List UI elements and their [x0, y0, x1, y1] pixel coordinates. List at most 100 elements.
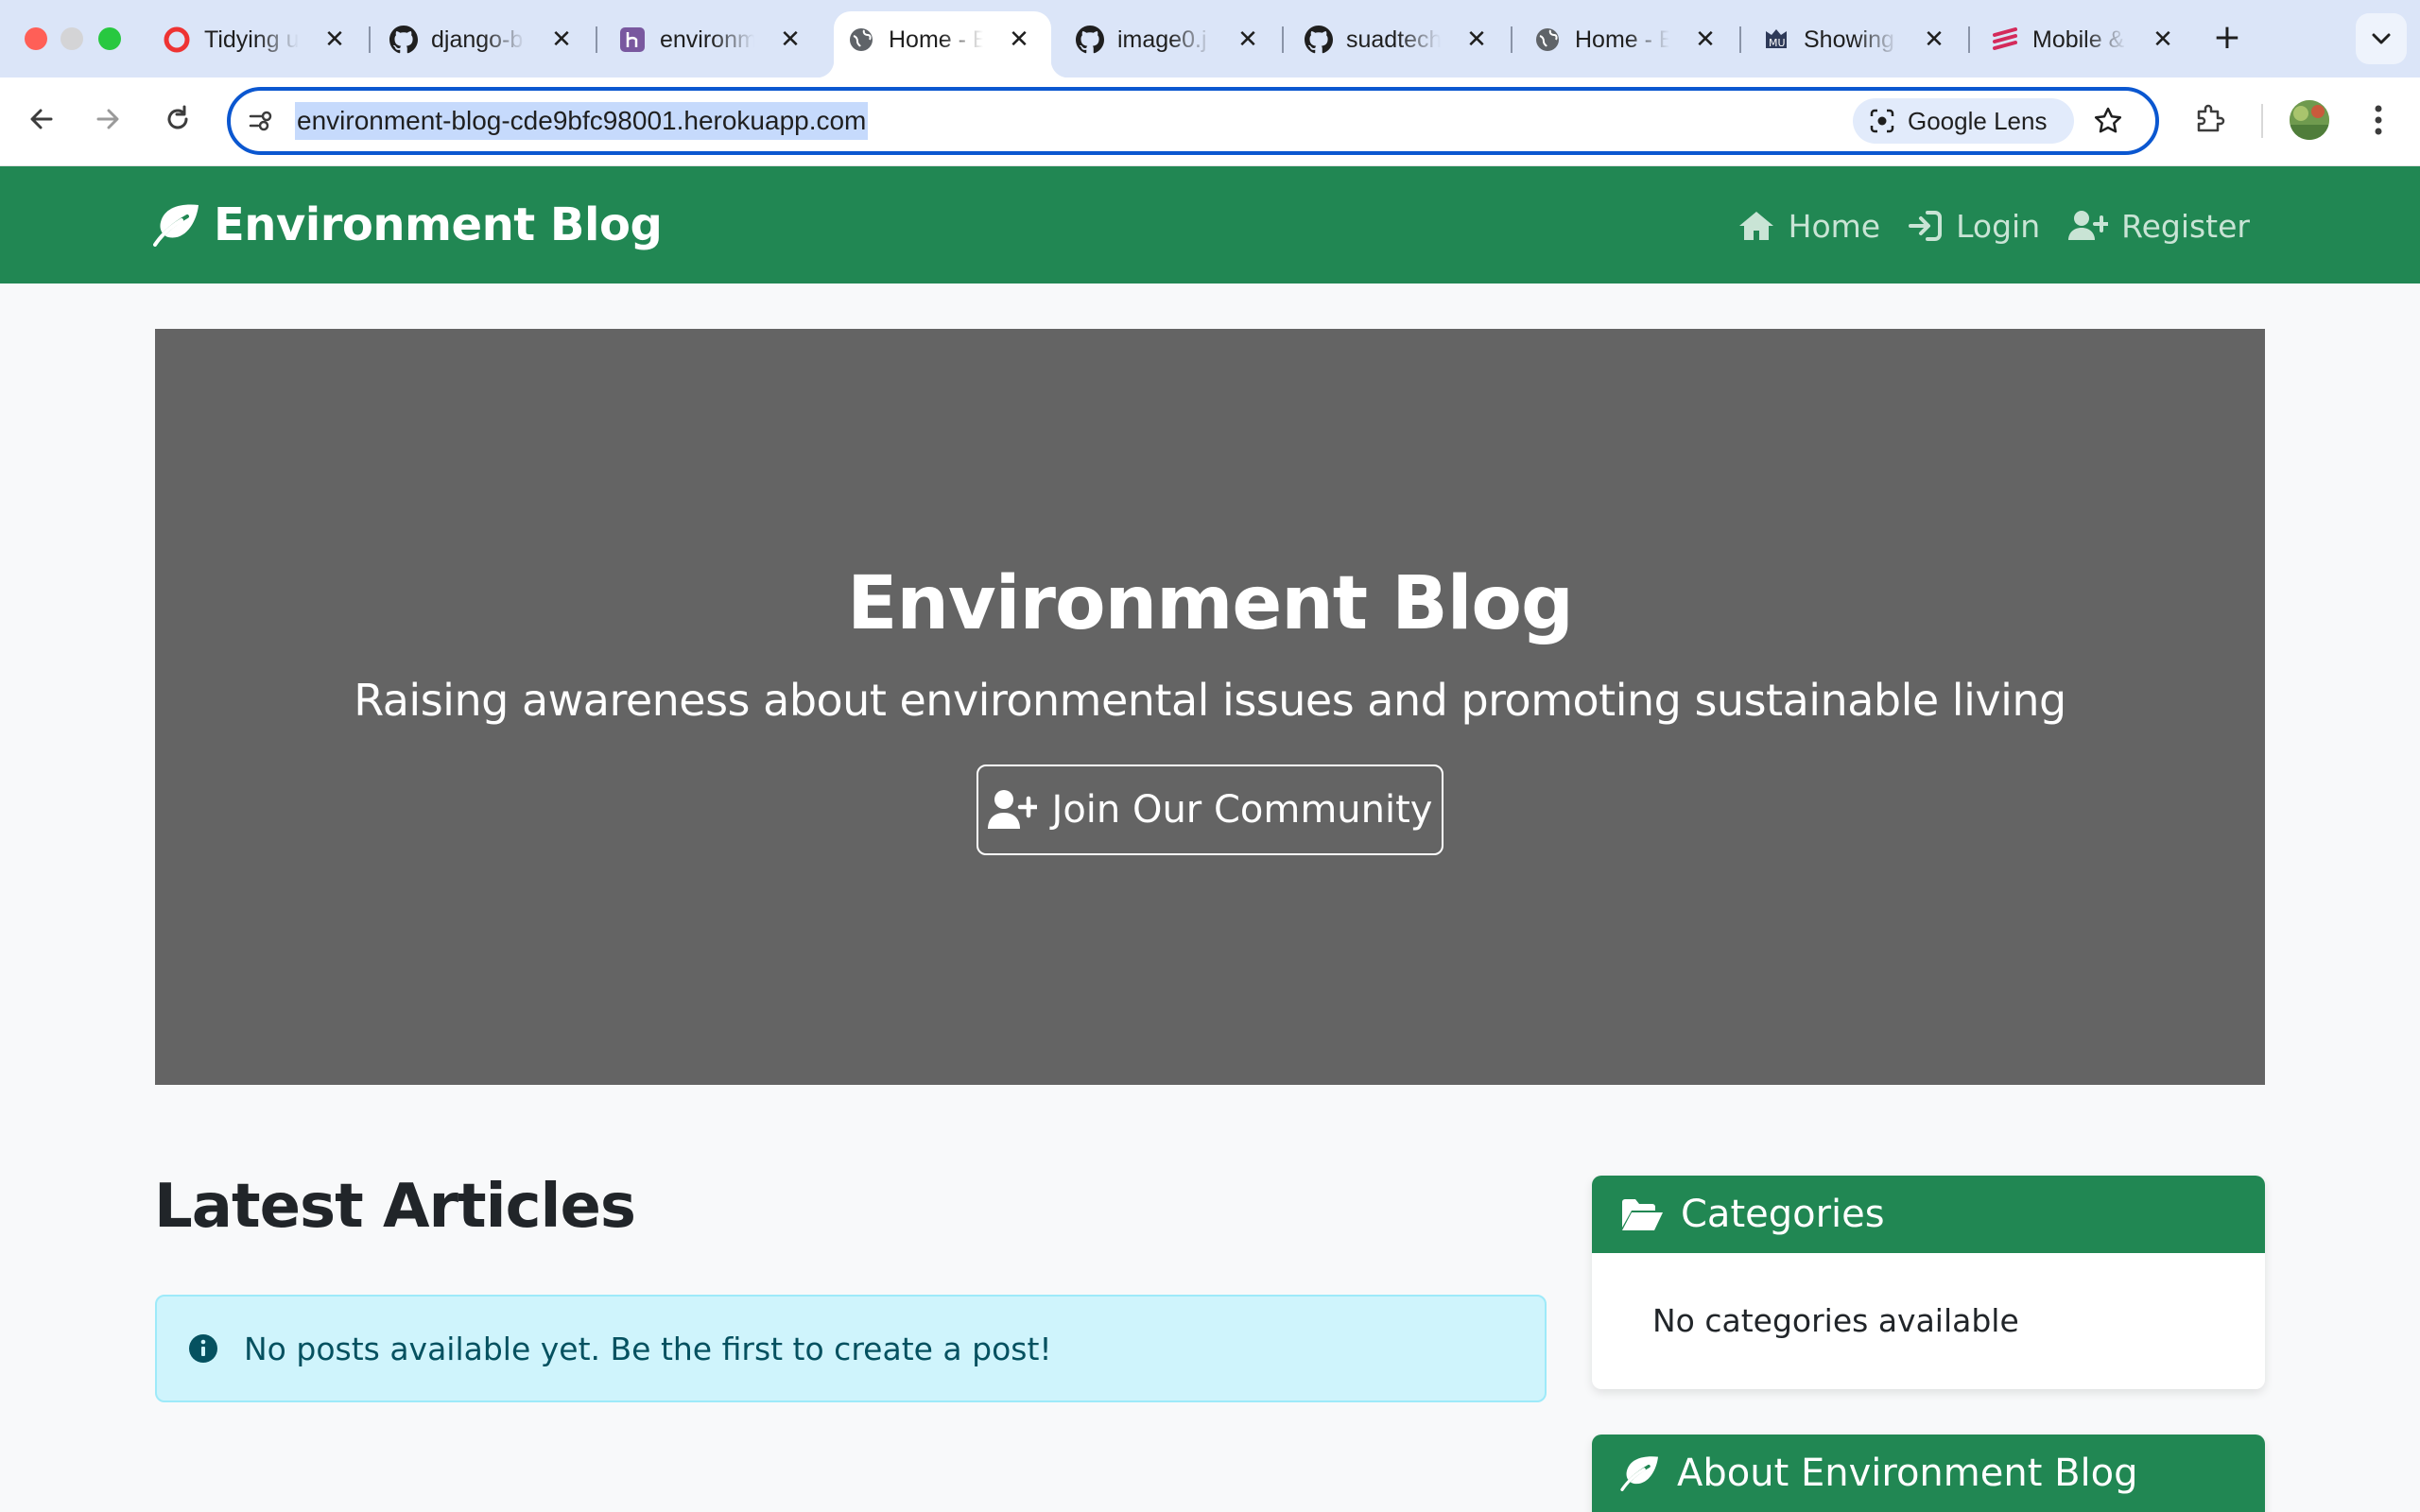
- url-text[interactable]: environment-blog-cde9bfc98001.herokuapp.…: [295, 102, 869, 140]
- ui-tool-icon: [1991, 26, 2019, 54]
- tab-separator: [1282, 26, 1284, 53]
- browser-tab[interactable]: Tidying u ✕: [149, 11, 367, 66]
- categories-body: No categories available: [1592, 1253, 2265, 1339]
- tab-title: Home - E: [889, 26, 983, 53]
- no-categories-text: No categories available: [1652, 1302, 2019, 1339]
- leaf-icon: [1620, 1456, 1658, 1491]
- join-community-button[interactable]: Join Our Community: [977, 765, 1443, 855]
- browser-toolbar: environment-blog-cde9bfc98001.herokuapp.…: [0, 77, 2420, 166]
- close-icon[interactable]: ✕: [1004, 25, 1034, 55]
- arrow-left-icon: [30, 109, 53, 129]
- nav-register-label: Register: [2121, 207, 2250, 245]
- tab-title: django-b: [431, 26, 524, 53]
- no-posts-alert: No posts available yet. Be the first to …: [155, 1295, 1547, 1402]
- browser-tab[interactable]: suadtech ✕: [1291, 11, 1509, 66]
- puzzle-icon: [2197, 104, 2225, 132]
- close-icon[interactable]: ✕: [1690, 25, 1720, 55]
- brand-title: Environment Blog: [214, 198, 663, 251]
- categories-title: Categories: [1681, 1193, 1885, 1236]
- browser-tab-active[interactable]: Home - E ✕: [817, 11, 1068, 77]
- browser-tab[interactable]: image0.j ✕: [1063, 11, 1280, 66]
- about-title: About Environment Blog: [1677, 1452, 2138, 1495]
- github-icon: [389, 26, 418, 54]
- window-minimize-button[interactable]: [60, 27, 83, 50]
- user-plus-icon: [2068, 211, 2109, 240]
- browser-tab[interactable]: Mobile & ✕: [1978, 11, 2195, 66]
- hero-banner: Environment Blog Raising awareness about…: [155, 329, 2265, 1085]
- bookmark-star-icon[interactable]: [2091, 104, 2125, 138]
- tab-search-button[interactable]: [2356, 13, 2407, 64]
- window-zoom-button[interactable]: [98, 27, 121, 50]
- tab-title: suadtech: [1346, 26, 1441, 53]
- folder-open-icon: [1622, 1199, 1663, 1230]
- more-vert-icon: [2375, 105, 2382, 135]
- address-bar[interactable]: environment-blog-cde9bfc98001.herokuapp.…: [227, 87, 2159, 155]
- about-card: About Environment Blog: [1592, 1435, 2265, 1512]
- join-community-label: Join Our Community: [1051, 788, 1433, 832]
- close-icon[interactable]: ✕: [775, 25, 805, 55]
- close-icon[interactable]: ✕: [320, 25, 350, 55]
- github-icon: [1305, 26, 1333, 54]
- markdown-monster-icon: MU: [1762, 26, 1790, 54]
- tab-title: Tidying u: [204, 26, 299, 53]
- reload-button[interactable]: [157, 98, 199, 140]
- tab-separator: [1968, 26, 1970, 53]
- google-lens-button[interactable]: Google Lens: [1853, 98, 2074, 144]
- categories-card: Categories No categories available: [1592, 1176, 2265, 1389]
- window-close-button[interactable]: [25, 27, 47, 50]
- brand-link[interactable]: Environment Blog: [153, 198, 663, 251]
- tab-separator: [1511, 26, 1512, 53]
- hero-title: Environment Blog: [847, 561, 1574, 646]
- leaf-icon: [153, 204, 199, 247]
- nav-home-label: Home: [1788, 207, 1881, 245]
- extensions-button[interactable]: [2187, 96, 2233, 142]
- browser-tab[interactable]: MU Showing ✕: [1749, 11, 1966, 66]
- browser-tab-strip: Tidying u ✕ django-b ✕ environm ✕ Home -…: [0, 0, 2420, 77]
- latest-articles-heading: Latest Articles: [154, 1172, 636, 1242]
- close-icon[interactable]: ✕: [1233, 25, 1263, 55]
- site-info-icon[interactable]: [246, 106, 276, 136]
- hero-subtitle: Raising awareness about environmental is…: [354, 675, 2066, 726]
- new-tab-button[interactable]: +: [2208, 19, 2246, 57]
- about-card-header: About Environment Blog: [1592, 1435, 2265, 1512]
- forward-button[interactable]: [87, 98, 129, 140]
- back-button[interactable]: [21, 98, 62, 140]
- globe-icon: [847, 26, 875, 54]
- home-icon: [1738, 212, 1773, 240]
- sign-in-icon: [1909, 211, 1943, 241]
- info-circle-icon: [187, 1332, 219, 1365]
- lens-label: Google Lens: [1908, 106, 2048, 135]
- toolbar-divider: [2261, 104, 2263, 138]
- close-icon[interactable]: ✕: [1919, 25, 1949, 55]
- tab-title: Showing: [1804, 26, 1894, 53]
- close-icon[interactable]: ✕: [2148, 25, 2178, 55]
- close-icon[interactable]: ✕: [1461, 25, 1492, 55]
- svg-text:MU: MU: [1769, 37, 1786, 49]
- nav-register-link[interactable]: Register: [2068, 208, 2250, 245]
- close-icon[interactable]: ✕: [546, 25, 577, 55]
- browser-menu-button[interactable]: [2360, 98, 2397, 142]
- heroku-icon: [618, 26, 647, 54]
- nav-home-link[interactable]: Home: [1737, 208, 1880, 245]
- chevron-down-icon: [2372, 33, 2391, 44]
- tab-separator: [369, 26, 371, 53]
- github-icon: [1076, 26, 1104, 54]
- browser-tab[interactable]: Home - E ✕: [1520, 11, 1737, 66]
- tab-title: Home - E: [1575, 26, 1669, 53]
- globe-icon: [1533, 26, 1562, 54]
- browser-tab[interactable]: environm ✕: [605, 11, 822, 66]
- nav-login-label: Login: [1956, 207, 2041, 245]
- user-plus-icon: [987, 790, 1037, 829]
- categories-card-header: Categories: [1592, 1176, 2265, 1253]
- site-navbar: Environment Blog Home Login Register: [0, 166, 2420, 284]
- profile-avatar[interactable]: [2290, 100, 2329, 140]
- browser-tab[interactable]: django-b ✕: [376, 11, 594, 66]
- nav-links: Home Login Register: [1709, 202, 2250, 249]
- no-posts-message: No posts available yet. Be the first to …: [244, 1330, 1052, 1367]
- nav-login-link[interactable]: Login: [1909, 208, 2040, 245]
- tab-separator: [596, 26, 597, 53]
- opera-icon: [163, 26, 191, 54]
- arrow-right-icon: [96, 109, 119, 129]
- tab-title: Mobile &: [2032, 26, 2125, 53]
- reload-icon: [167, 105, 188, 129]
